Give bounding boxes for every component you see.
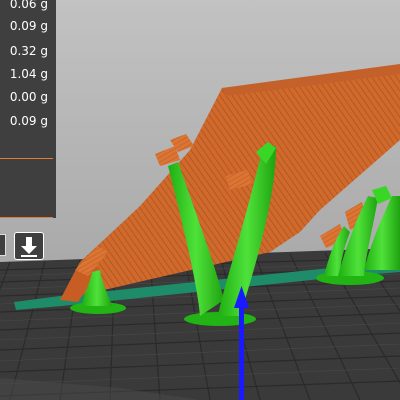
sidebar-toggle-button[interactable] xyxy=(0,234,6,256)
filament-weight-5: 0.00 g xyxy=(9,90,48,104)
section-divider xyxy=(0,217,53,218)
filament-weight-2: 0.09 g xyxy=(9,19,48,33)
sidebar-panel: 0.06 g 0.09 g 0.32 g 1.04 g 0.00 g 0.09 … xyxy=(0,0,56,218)
filament-weight-6: 0.09 g xyxy=(9,114,48,128)
section-divider xyxy=(0,158,53,159)
filament-weight-4: 1.04 g xyxy=(9,67,48,81)
download-arrow-icon xyxy=(21,237,37,257)
3d-viewport[interactable] xyxy=(0,0,400,400)
filament-weight-1: 0.06 g xyxy=(9,0,48,11)
export-button[interactable] xyxy=(14,232,44,260)
filament-weight-3: 0.32 g xyxy=(9,44,48,58)
